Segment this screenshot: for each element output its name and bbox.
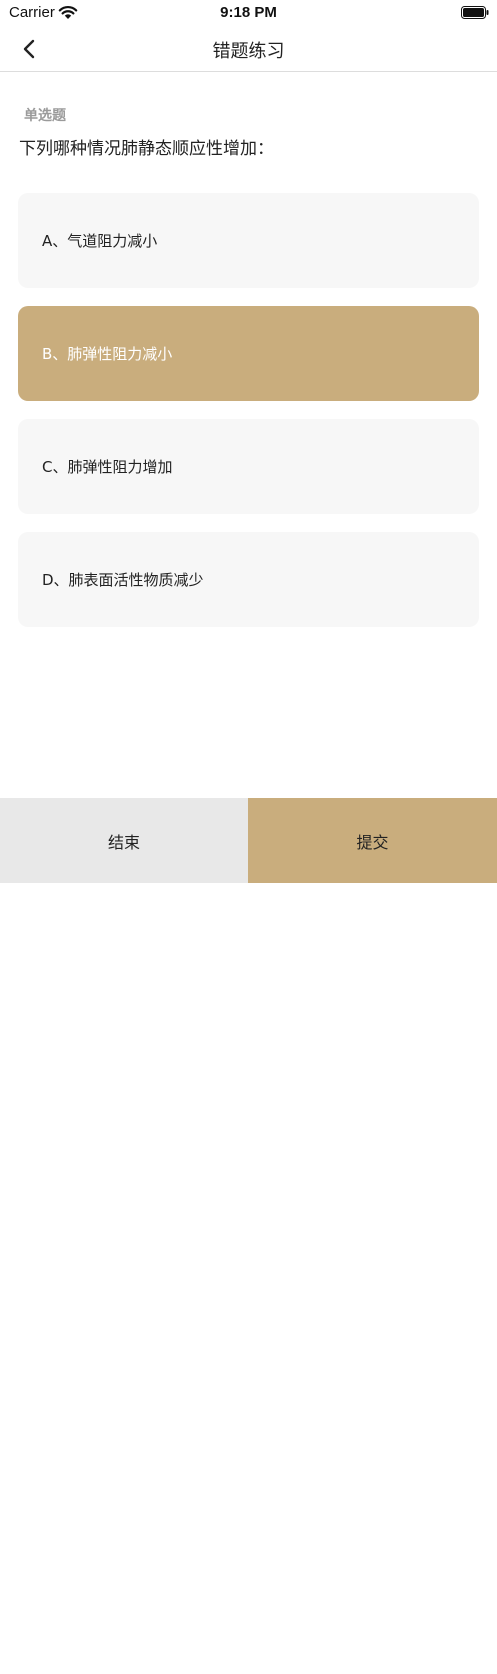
status-time: 9:18 PM xyxy=(220,4,277,21)
page-title: 错题练习 xyxy=(212,41,285,62)
option-c-label: C、肺弹性阻力增加 xyxy=(42,458,173,476)
status-bar: Carrier 9:18 PM xyxy=(0,0,497,26)
nav-bar: 错题练习 xyxy=(0,26,497,72)
submit-button[interactable]: 提交 xyxy=(248,798,497,883)
option-a-label: A、气道阻力减小 xyxy=(42,232,158,250)
footer-bar: 结束 提交 偏偏下载 WWW.PPWYXH.COM.CN xyxy=(0,798,497,1672)
option-b[interactable]: B、肺弹性阻力减小 xyxy=(18,306,479,401)
option-b-label: B、肺弹性阻力减小 xyxy=(42,345,173,363)
battery-icon xyxy=(461,6,489,19)
question-text: 下列哪种情况肺静态顺应性增加： xyxy=(19,139,274,159)
end-button[interactable]: 结束 xyxy=(0,798,248,883)
watermark: 偏偏下载 WWW.PPWYXH.COM.CN xyxy=(118,1652,417,1672)
question-type-label: 单选题 xyxy=(24,108,66,124)
option-a[interactable]: A、气道阻力减小 xyxy=(18,193,479,288)
option-c[interactable]: C、肺弹性阻力增加 xyxy=(18,419,479,514)
option-d-label: D、肺表面活性物质减少 xyxy=(42,571,204,589)
option-d[interactable]: D、肺表面活性物质减少 xyxy=(18,532,479,627)
